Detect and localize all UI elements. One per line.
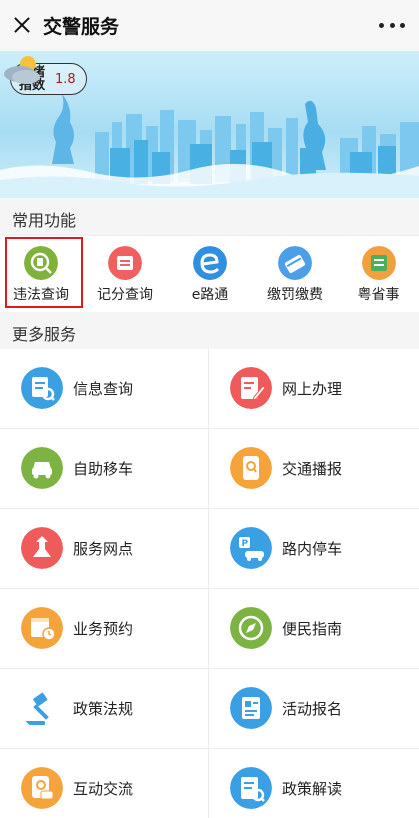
traffic-broadcast-icon <box>230 447 272 489</box>
service-street-parking[interactable]: P 路内停车 <box>209 509 419 589</box>
quick-item-yue-sheng-shi[interactable]: 粤省事 <box>338 236 419 312</box>
service-outlets[interactable]: 服务网点 <box>0 509 209 589</box>
service-label: 便民指南 <box>282 620 343 638</box>
service-label: 政策法规 <box>73 700 134 718</box>
cloudy-weather-icon <box>4 56 40 84</box>
more-services-grid: 信息查询 网上办理 自助移车 交通播报 服务网点 P 路内停车 业务预约 便民指… <box>0 349 419 818</box>
service-traffic-broadcast[interactable]: 交通播报 <box>209 429 419 509</box>
svg-text:P: P <box>242 539 249 549</box>
city-banner: 拥堵指数 1.8 <box>0 52 419 198</box>
quick-item-label: 缴罚缴费 <box>267 287 323 303</box>
service-label: 业务预约 <box>73 620 134 638</box>
service-convenience-guide[interactable]: 便民指南 <box>209 589 419 669</box>
more-options-icon[interactable] <box>379 14 405 36</box>
service-outlet-icon <box>21 527 63 569</box>
service-appointment[interactable]: 业务预约 <box>0 589 209 669</box>
service-label: 自助移车 <box>73 460 134 478</box>
interaction-icon <box>21 767 63 809</box>
more-services-heading: 更多服务 <box>0 312 419 350</box>
street-parking-icon: P <box>230 527 272 569</box>
online-handling-icon <box>230 367 272 409</box>
common-functions-heading: 常用功能 <box>0 198 419 236</box>
service-label: 交通播报 <box>282 460 343 478</box>
quick-item-label: e路通 <box>191 287 229 303</box>
appointment-icon <box>21 607 63 649</box>
self-move-car-icon <box>21 447 63 489</box>
compass-icon <box>230 607 272 649</box>
quick-item-points-query[interactable]: 记分查询 <box>82 236 168 312</box>
service-policy-interpretation[interactable]: 政策解读 <box>209 749 419 818</box>
top-bar: 交警服务 <box>0 0 419 52</box>
service-label: 互动交流 <box>73 780 134 798</box>
service-label: 政策解读 <box>282 780 343 798</box>
close-icon[interactable] <box>8 10 36 40</box>
service-info-query[interactable]: 信息查询 <box>0 349 209 429</box>
driving-points-icon <box>108 246 142 280</box>
service-event-signup[interactable]: 活动报名 <box>209 669 419 749</box>
service-label: 服务网点 <box>73 540 134 558</box>
service-label: 活动报名 <box>282 700 343 718</box>
e-road-icon <box>193 246 227 280</box>
service-label: 网上办理 <box>282 380 343 398</box>
yue-sheng-shi-icon <box>362 246 396 280</box>
service-self-move-car[interactable]: 自助移车 <box>0 429 209 509</box>
quick-item-fine-payment[interactable]: 缴罚缴费 <box>252 236 338 312</box>
fine-payment-icon <box>278 246 312 280</box>
info-query-icon <box>21 367 63 409</box>
quick-item-label: 记分查询 <box>97 287 153 303</box>
quick-item-label: 粤省事 <box>357 287 400 303</box>
event-signup-icon <box>230 687 272 729</box>
service-label: 信息查询 <box>73 380 134 398</box>
quick-item-e-road[interactable]: e路通 <box>168 236 252 312</box>
service-policies-regulations[interactable]: 政策法规 <box>0 669 209 749</box>
policy-reading-icon <box>230 767 272 809</box>
service-label: 路内停车 <box>282 540 343 558</box>
congestion-index-value: 1.8 <box>55 71 76 87</box>
gavel-icon <box>25 692 49 725</box>
selected-item-highlight <box>5 237 83 308</box>
page-title: 交警服务 <box>43 16 120 38</box>
service-interaction[interactable]: 互动交流 <box>0 749 209 818</box>
service-online-handling[interactable]: 网上办理 <box>209 349 419 429</box>
